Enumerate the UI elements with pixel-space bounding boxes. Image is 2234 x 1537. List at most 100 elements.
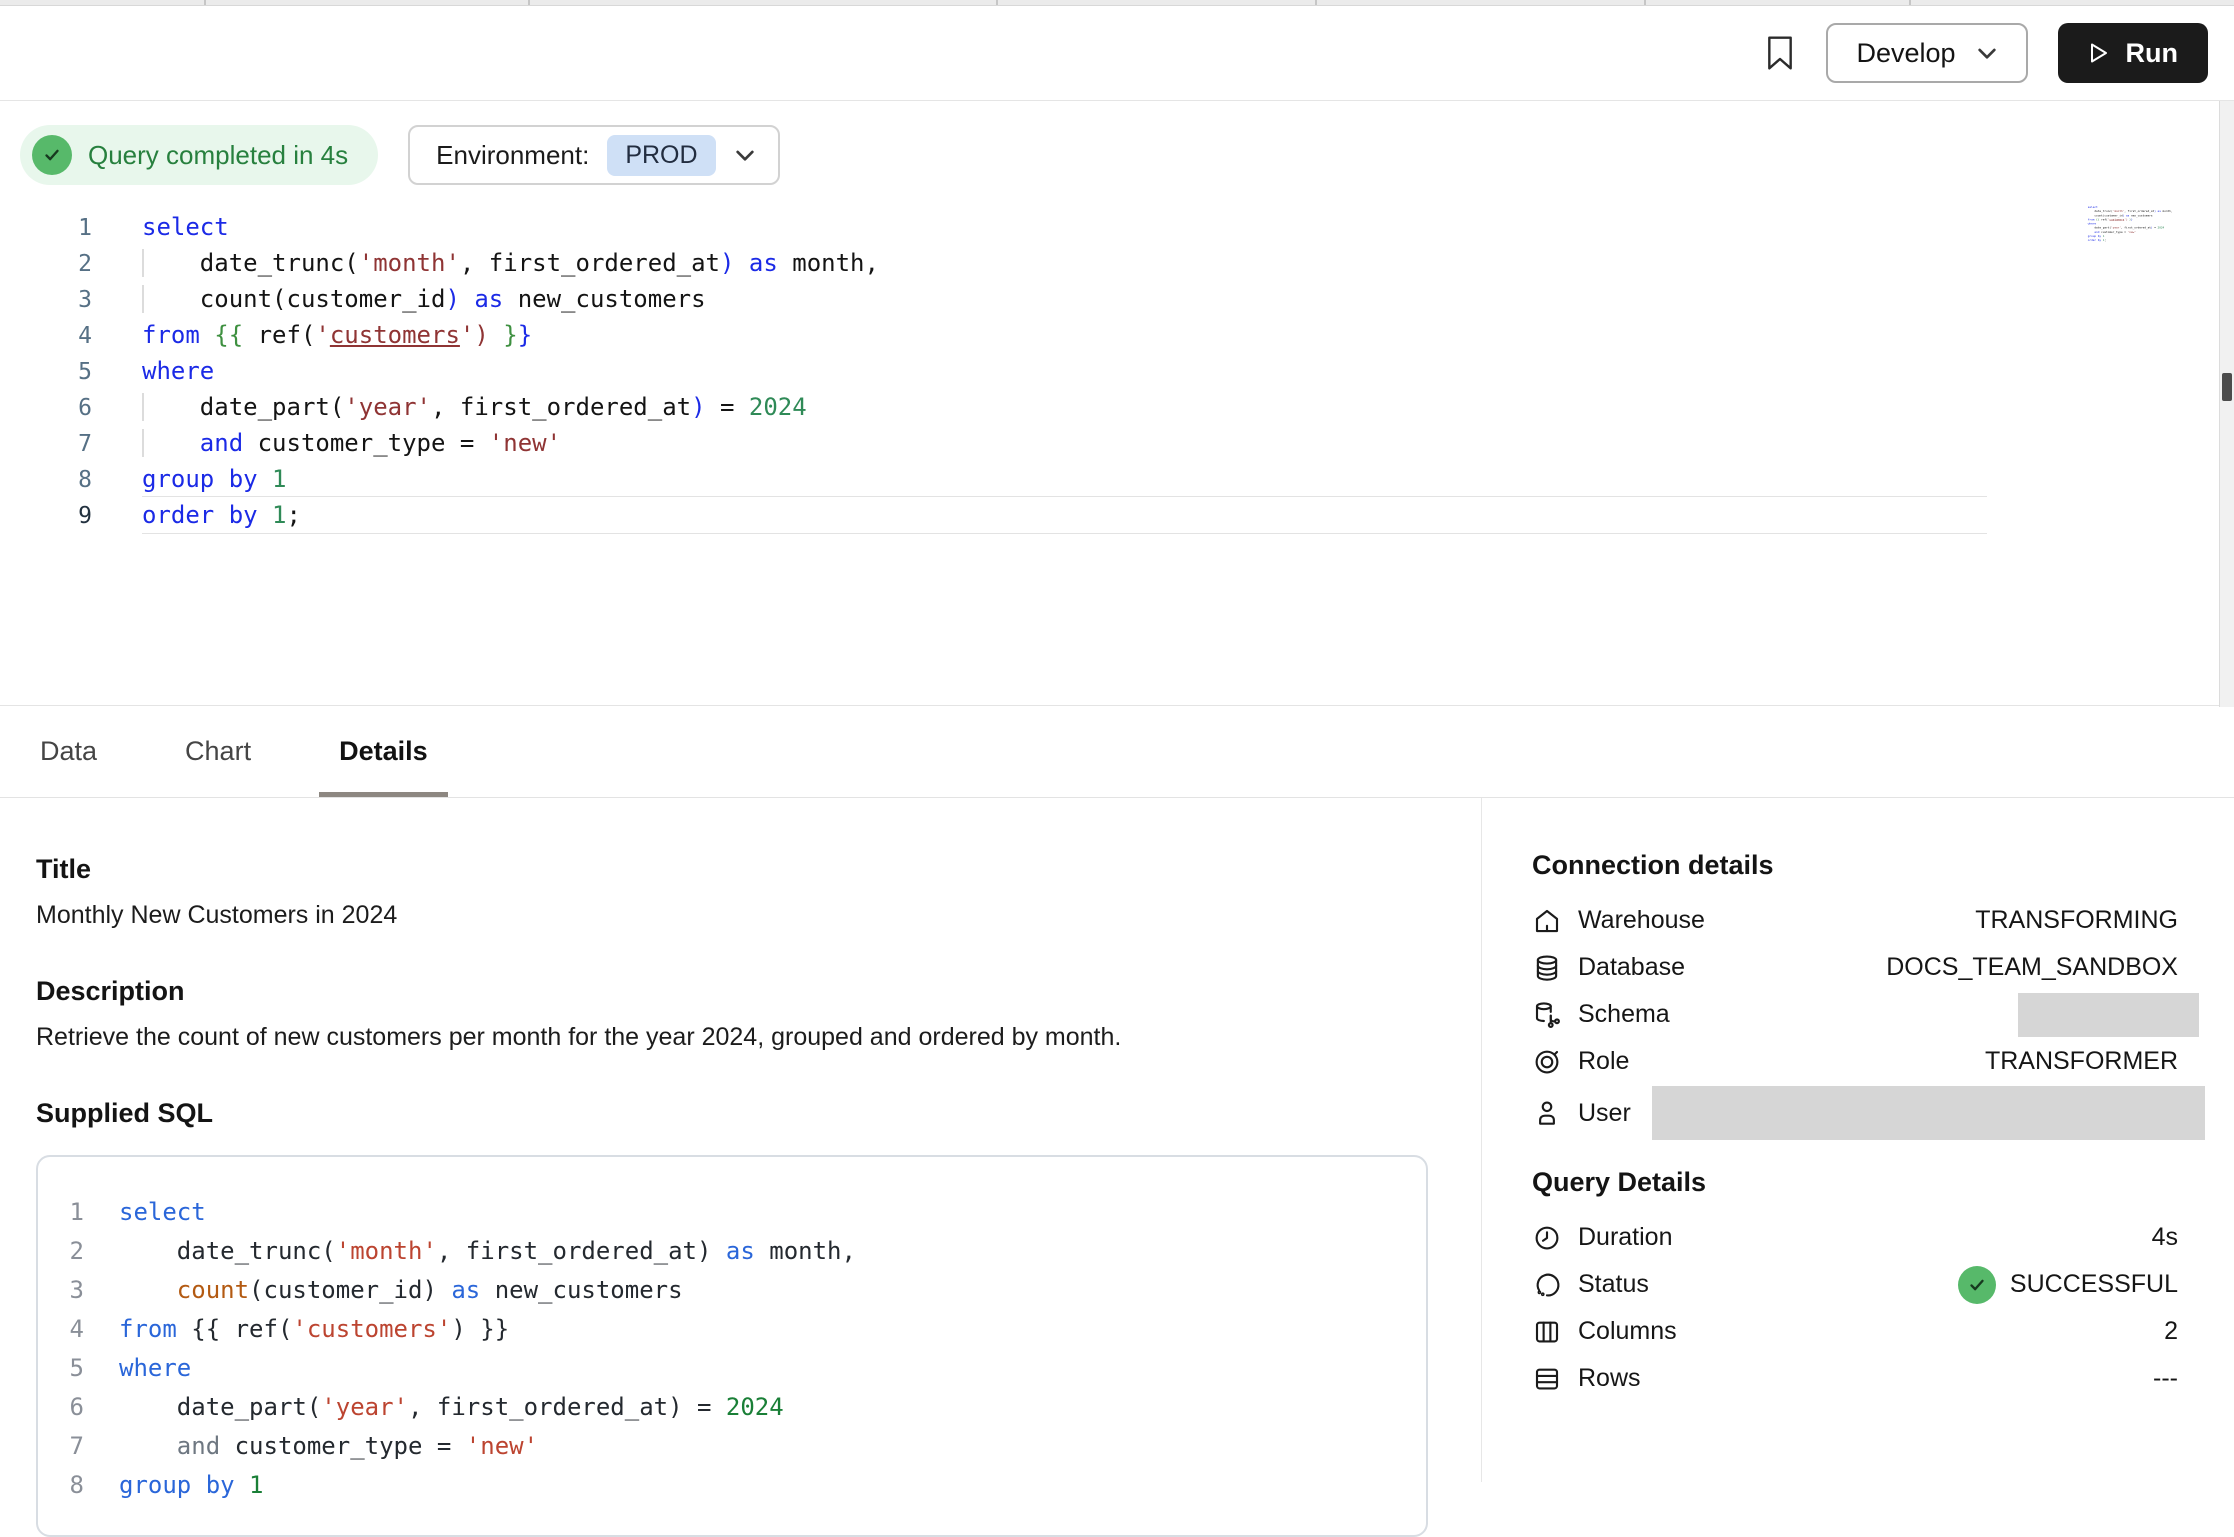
scrollbar-thumb[interactable] bbox=[2222, 373, 2232, 401]
query-status-badge: Query completed in 4s bbox=[20, 125, 378, 185]
tab-divider bbox=[1644, 0, 1646, 5]
editor-minimap[interactable]: select date_trunc('month', first_ordered… bbox=[2082, 205, 2194, 289]
chevron-down-icon bbox=[734, 147, 756, 163]
environment-dropdown[interactable]: Environment: PROD bbox=[408, 125, 779, 185]
line-number: 1 bbox=[0, 210, 92, 246]
run-button-label: Run bbox=[2126, 38, 2178, 69]
toolbar: Develop Run bbox=[0, 6, 2234, 101]
database-icon bbox=[1532, 953, 1562, 983]
run-button[interactable]: Run bbox=[2058, 23, 2208, 83]
warehouse-icon bbox=[1532, 906, 1562, 936]
role-icon bbox=[1532, 1047, 1562, 1077]
code-line: 8group by 1 bbox=[38, 1466, 1426, 1505]
description-value: Retrieve the count of new customers per … bbox=[36, 1023, 1481, 1052]
line-number: 5 bbox=[38, 1349, 84, 1388]
line-number: 1 bbox=[38, 1193, 84, 1232]
tab-divider bbox=[528, 0, 530, 5]
editor-code-lines[interactable]: 1select2 date_trunc('month', first_order… bbox=[0, 209, 2234, 533]
status-icon bbox=[1532, 1270, 1562, 1300]
user-icon bbox=[1532, 1098, 1562, 1128]
code-line: 9order by 1; bbox=[0, 497, 2234, 533]
tab-data[interactable]: Data bbox=[36, 706, 101, 797]
title-heading: Title bbox=[36, 854, 1481, 885]
code-line: 7 and customer_type = 'new' bbox=[0, 425, 2234, 461]
detail-label: Columns bbox=[1578, 1317, 1677, 1346]
database-row: DatabaseDOCS_TEAM_SANDBOX bbox=[1532, 944, 2178, 991]
code-line: 2 date_trunc('month', first_ordered_at) … bbox=[38, 1232, 1426, 1271]
environment-label: Environment: bbox=[436, 140, 589, 171]
code-line: 3 count(customer_id) as new_customers bbox=[38, 1271, 1426, 1310]
code-line: 5where bbox=[0, 353, 2234, 389]
bookmark-icon[interactable] bbox=[1764, 34, 1796, 72]
line-number: 4 bbox=[0, 318, 92, 354]
check-circle-icon bbox=[32, 135, 72, 175]
detail-value: TRANSFORMING bbox=[1975, 906, 2178, 935]
code-line: 7 and customer_type = 'new' bbox=[38, 1427, 1426, 1466]
code-line: order by 1; bbox=[2082, 238, 2095, 242]
tab-divider bbox=[996, 0, 998, 5]
role-row: Role TRANSFORMER bbox=[1532, 1038, 2178, 1085]
develop-button-label: Develop bbox=[1856, 38, 1955, 69]
line-number: 6 bbox=[38, 1388, 84, 1427]
minimap-code: select date_trunc('month', first_ordered… bbox=[2082, 205, 2095, 242]
sql-editor[interactable]: 1select2 date_trunc('month', first_order… bbox=[0, 203, 2234, 706]
detail-label: Role bbox=[1578, 1047, 1629, 1076]
code-line: 2 date_trunc('month', first_ordered_at) … bbox=[0, 245, 2234, 281]
line-number: 2 bbox=[0, 246, 92, 282]
supplied-sql-heading: Supplied SQL bbox=[36, 1098, 1481, 1129]
line-number: 2 bbox=[38, 1232, 84, 1271]
line-number: 3 bbox=[38, 1271, 84, 1310]
line-number: 8 bbox=[38, 1466, 84, 1505]
user-icon bbox=[1532, 1098, 1562, 1128]
detail-label: User bbox=[1578, 1099, 1631, 1128]
rows-icon bbox=[1532, 1364, 1562, 1394]
develop-button[interactable]: Develop bbox=[1826, 23, 2027, 83]
tab-divider bbox=[1909, 0, 1911, 5]
status-value: SUCCESSFUL bbox=[1958, 1266, 2178, 1304]
user-row: User bbox=[1532, 1085, 2178, 1141]
code-line: 4from {{ ref('customers') }} bbox=[38, 1310, 1426, 1349]
editor-scrollbar[interactable] bbox=[2219, 101, 2234, 707]
code-line: 6 date_part('year', first_ordered_at) = … bbox=[0, 389, 2234, 425]
detail-label: Duration bbox=[1578, 1223, 1673, 1252]
query-details-heading: Query Details bbox=[1532, 1167, 2178, 1198]
success-check-circle-icon bbox=[1958, 1266, 1996, 1304]
redacted-value bbox=[1652, 1086, 2205, 1140]
code-line: 8group by 1 bbox=[0, 461, 2234, 497]
columns-icon bbox=[1532, 1317, 1562, 1347]
top-tab-strip bbox=[0, 0, 2234, 6]
connection-rows: WarehouseTRANSFORMINGDatabaseDOCS_TEAM_S… bbox=[1532, 897, 2178, 1141]
status-row: Status SUCCESSFUL bbox=[1532, 1261, 2178, 1308]
detail-value: TRANSFORMER bbox=[1985, 1047, 2178, 1076]
code-line: 1select bbox=[0, 209, 2234, 245]
tab-divider bbox=[1315, 0, 1317, 5]
check-icon bbox=[1966, 1274, 1988, 1296]
description-heading: Description bbox=[36, 976, 1481, 1007]
duration-row: Duration4s bbox=[1532, 1214, 2178, 1261]
detail-label: Status bbox=[1578, 1270, 1649, 1299]
details-main: Title Monthly New Customers in 2024 Desc… bbox=[0, 798, 1481, 1482]
tab-chart[interactable]: Chart bbox=[181, 706, 255, 797]
database-icon bbox=[1532, 953, 1562, 983]
supplied-sql-card: 1select2 date_trunc('month', first_order… bbox=[36, 1155, 1428, 1537]
role-icon bbox=[1532, 1047, 1562, 1077]
results-tabbar: Data Chart Details bbox=[0, 706, 2234, 798]
query-detail-rows: Duration4sStatusSUCCESSFULColumns2Rows--… bbox=[1532, 1214, 2178, 1402]
clock-icon bbox=[1532, 1223, 1562, 1253]
schema-icon bbox=[1532, 1000, 1562, 1030]
code-line: 4from {{ ref('customers') }} bbox=[0, 317, 2234, 353]
line-number: 3 bbox=[0, 282, 92, 318]
columns-icon bbox=[1532, 1317, 1562, 1347]
tab-divider bbox=[204, 0, 206, 5]
rows-icon bbox=[1532, 1364, 1562, 1394]
code-line: 3 count(customer_id) as new_customers bbox=[0, 281, 2234, 317]
code-line: 6 date_part('year', first_ordered_at) = … bbox=[38, 1388, 1426, 1427]
detail-value: SUCCESSFUL bbox=[2010, 1270, 2178, 1299]
play-icon bbox=[2088, 41, 2110, 65]
line-number: 8 bbox=[0, 462, 92, 498]
schema-row: Schema bbox=[1532, 991, 2178, 1038]
tab-details[interactable]: Details bbox=[335, 706, 432, 797]
line-number: 7 bbox=[0, 426, 92, 462]
redacted-value bbox=[2018, 993, 2199, 1037]
details-sidebar: Connection details WarehouseTRANSFORMING… bbox=[1481, 798, 2234, 1482]
